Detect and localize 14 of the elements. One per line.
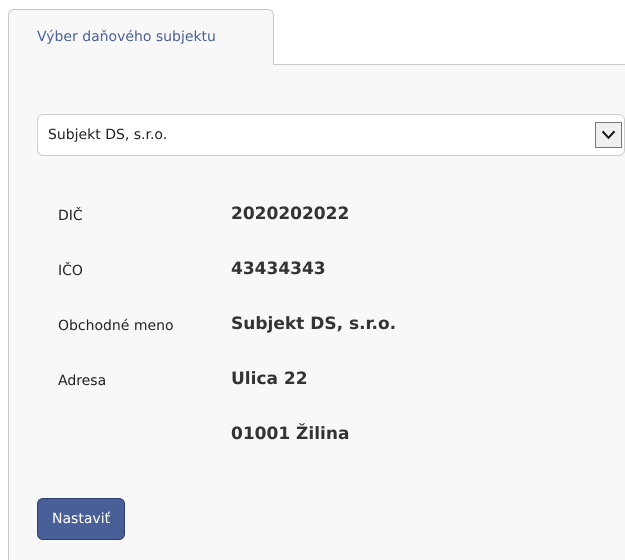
- set-button[interactable]: Nastaviť: [37, 498, 126, 540]
- field-value: 01001 Žilina: [231, 422, 350, 446]
- field-value: 43434343: [231, 258, 326, 281]
- field-label: Obchodné meno: [58, 318, 174, 334]
- field-label: IČO: [58, 262, 83, 278]
- chevron-down-icon: [595, 122, 622, 148]
- field-label: Adresa: [58, 372, 106, 388]
- field-value: Ulica 22: [231, 368, 308, 391]
- field-value: 2020202022: [231, 202, 350, 226]
- field-label: DIČ: [58, 208, 83, 224]
- select-value: Subjekt DS, s.r.o.: [48, 126, 168, 144]
- field-value: Subjekt DS, s.r.o.: [231, 312, 396, 336]
- tab[interactable]: Výber daňového subjektu: [8, 9, 274, 65]
- subject-select[interactable]: Subjekt DS, s.r.o.: [37, 114, 625, 156]
